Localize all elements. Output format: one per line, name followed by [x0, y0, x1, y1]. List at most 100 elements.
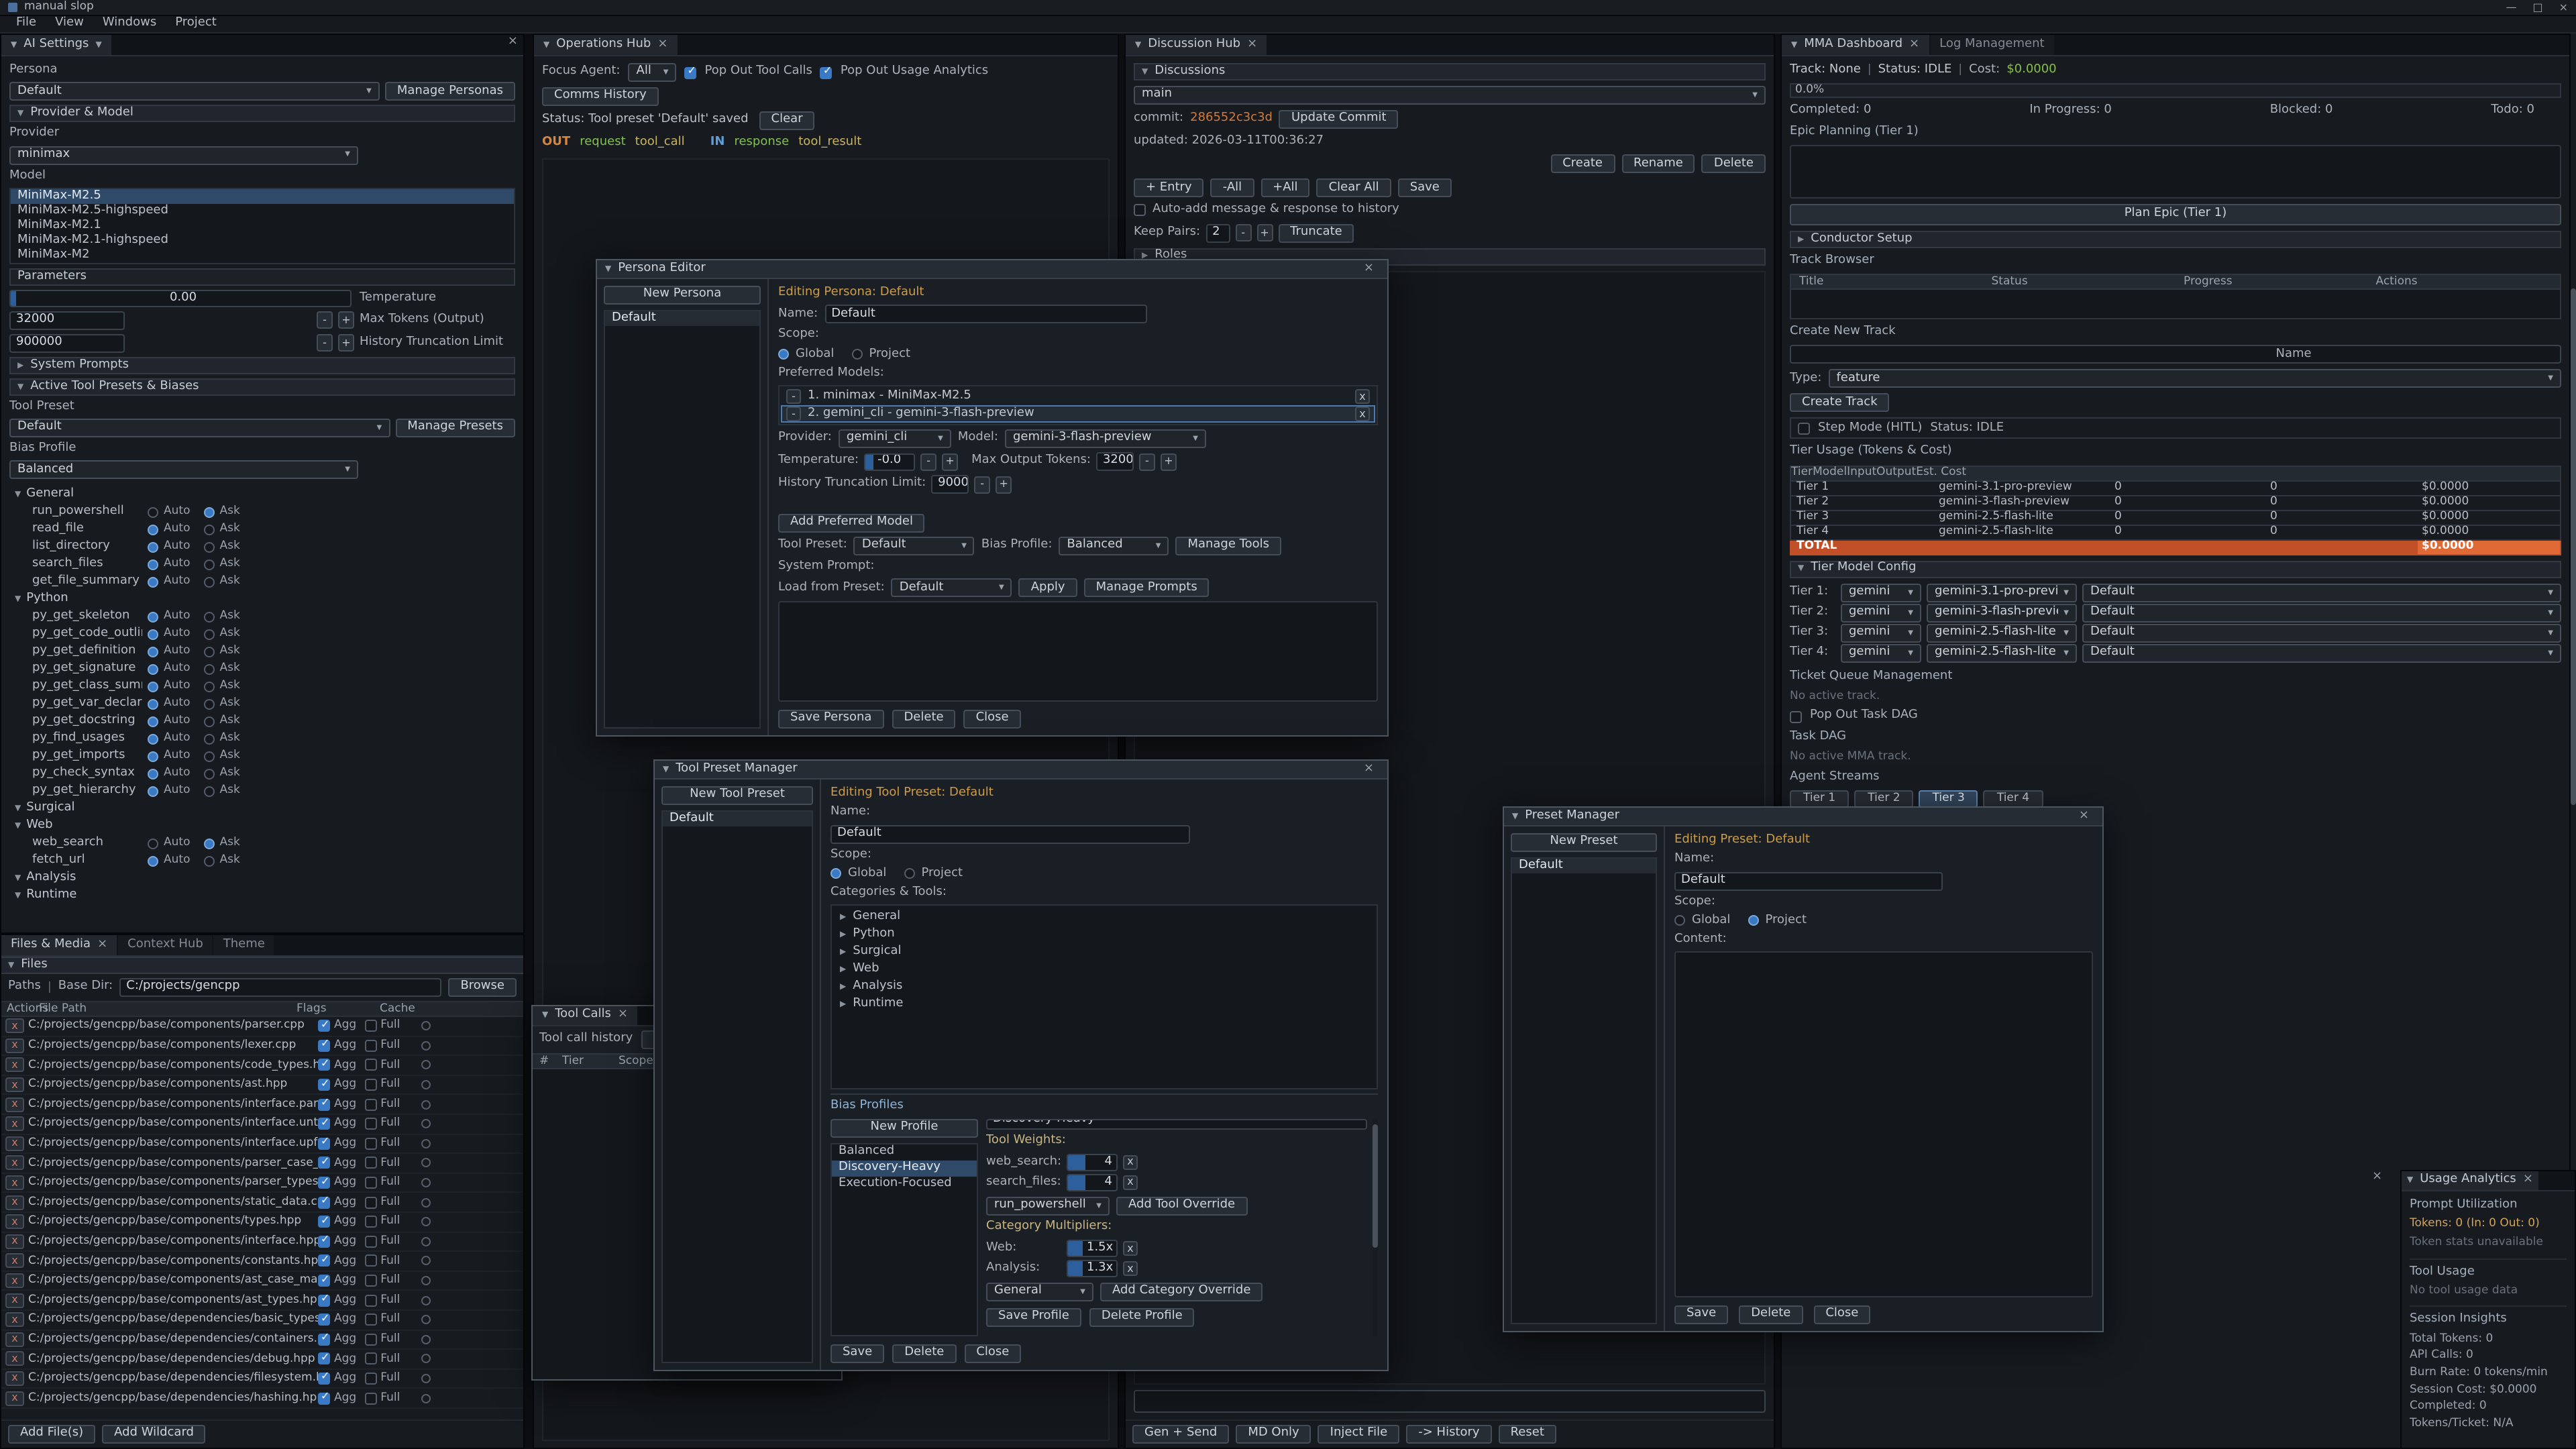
- cache-indicator[interactable]: [421, 1022, 431, 1031]
- section-tier-model-config[interactable]: ▼Tier Model Config: [1790, 560, 2561, 578]
- full-checkbox[interactable]: [364, 1020, 376, 1032]
- ask-radio[interactable]: [204, 769, 215, 780]
- full-checkbox[interactable]: [364, 1216, 376, 1228]
- full-checkbox[interactable]: [364, 1138, 376, 1150]
- ask-radio[interactable]: [204, 716, 215, 727]
- menu-item[interactable]: Windows: [95, 17, 164, 32]
- close-button[interactable]: Close: [964, 1344, 1021, 1363]
- agg-checkbox[interactable]: [318, 1196, 330, 1208]
- remove-override-button[interactable]: x: [1123, 1261, 1138, 1276]
- full-checkbox[interactable]: [364, 1040, 376, 1052]
- remove-file-button[interactable]: x: [5, 1332, 24, 1347]
- menu-item[interactable]: View: [47, 17, 92, 32]
- step-mode-checkbox[interactable]: [1798, 423, 1810, 435]
- tool-row[interactable]: ▼ fetch_url Auto Ask: [9, 853, 515, 870]
- tool-row[interactable]: ▼ py_get_docstring Auto Ask: [9, 713, 515, 731]
- cache-indicator[interactable]: [421, 1237, 431, 1246]
- remove-file-button[interactable]: x: [5, 1058, 24, 1073]
- agg-checkbox[interactable]: [318, 1216, 330, 1228]
- stream-tab[interactable]: Tier 1: [1790, 790, 1849, 808]
- preset-name-input[interactable]: Default: [1674, 871, 1943, 890]
- category-override-select[interactable]: General▼: [986, 1283, 1093, 1301]
- move-up-button[interactable]: -: [786, 389, 801, 404]
- composer-button[interactable]: -> History: [1406, 1425, 1491, 1444]
- provider-select[interactable]: gemini▼: [1841, 584, 1921, 602]
- manage-tools-button[interactable]: Manage Tools: [1175, 537, 1281, 555]
- close-icon[interactable]: ×: [2559, 1, 2568, 14]
- close-icon[interactable]: ×: [1358, 262, 1379, 277]
- full-checkbox[interactable]: [364, 1118, 376, 1130]
- maximize-icon[interactable]: □: [2532, 1, 2542, 14]
- global-radio[interactable]: [1674, 916, 1685, 926]
- bias-profile-list-item[interactable]: Execution-Focused: [832, 1176, 977, 1192]
- decrement-button[interactable]: -: [317, 335, 333, 352]
- provider-select[interactable]: gemini▼: [1841, 604, 1921, 623]
- auto-radio[interactable]: [148, 612, 158, 623]
- model-select[interactable]: gemini-3.1-pro-preview▼: [1927, 584, 2077, 602]
- tool-preset-list-item[interactable]: Default: [663, 812, 812, 826]
- decrement-button[interactable]: -: [317, 312, 333, 329]
- menu-item[interactable]: File: [8, 17, 44, 32]
- remove-file-button[interactable]: x: [5, 1117, 24, 1132]
- section-discussions[interactable]: ▼Discussions: [1134, 63, 1766, 80]
- remove-model-button[interactable]: x: [1355, 407, 1370, 421]
- stream-tab[interactable]: Tier 2: [1854, 790, 1913, 808]
- full-checkbox[interactable]: [364, 1392, 376, 1404]
- increment-button[interactable]: +: [1161, 453, 1177, 470]
- remove-override-button[interactable]: x: [1123, 1155, 1138, 1170]
- save-discussion-button[interactable]: Save: [1398, 179, 1452, 198]
- provider-select[interactable]: minimax▼: [9, 146, 358, 164]
- full-checkbox[interactable]: [364, 1157, 376, 1169]
- provider-select[interactable]: gemini▼: [1841, 624, 1921, 643]
- remove-file-button[interactable]: x: [5, 1156, 24, 1171]
- cache-indicator[interactable]: [421, 1217, 431, 1226]
- tool-row[interactable]: ▼ Surgical Auto Ask: [9, 800, 515, 818]
- add-tool-override-button[interactable]: Add Tool Override: [1116, 1197, 1247, 1216]
- tool-row[interactable]: ▼ get_file_summary Auto Ask: [9, 574, 515, 591]
- ask-radio[interactable]: [204, 734, 215, 745]
- tab-log-management[interactable]: Log Management: [1930, 35, 2055, 55]
- agg-checkbox[interactable]: [318, 1236, 330, 1248]
- prompt-preset-select[interactable]: Default▼: [892, 579, 1012, 598]
- discussion-select[interactable]: main▼: [1134, 86, 1766, 105]
- agg-checkbox[interactable]: [318, 1177, 330, 1189]
- pop-out-dag-checkbox[interactable]: [1790, 710, 1802, 722]
- model-list-item[interactable]: MiniMax-M2.1: [11, 219, 514, 233]
- composer-button[interactable]: Reset: [1499, 1425, 1556, 1444]
- persona-select[interactable]: Default▼: [9, 83, 380, 101]
- full-checkbox[interactable]: [364, 1177, 376, 1189]
- section-provider-model[interactable]: ▼Provider & Model: [9, 105, 515, 123]
- increment-button[interactable]: +: [338, 312, 354, 329]
- new-tool-preset-button[interactable]: New Tool Preset: [661, 786, 813, 805]
- auto-radio[interactable]: [148, 525, 158, 535]
- preset-select[interactable]: Default▼: [2082, 604, 2561, 623]
- cache-indicator[interactable]: [421, 1295, 431, 1305]
- tool-row[interactable]: ▼ Web Auto Ask: [9, 818, 515, 835]
- section-files[interactable]: ▼Files: [1, 957, 523, 974]
- delete-profile-button[interactable]: Delete Profile: [1089, 1308, 1195, 1327]
- remove-file-button[interactable]: x: [5, 1019, 24, 1034]
- agg-checkbox[interactable]: [318, 1020, 330, 1032]
- tool-preset-manager-titlebar[interactable]: ▼ Tool Preset Manager ×: [655, 761, 1387, 780]
- tab-theme[interactable]: Theme: [214, 935, 276, 955]
- auto-radio[interactable]: [148, 664, 158, 675]
- full-checkbox[interactable]: [364, 1313, 376, 1326]
- cache-indicator[interactable]: [421, 1041, 431, 1051]
- persona-name-input[interactable]: Default: [824, 305, 1146, 324]
- global-radio[interactable]: [830, 869, 841, 879]
- global-radio[interactable]: [778, 349, 789, 360]
- system-prompt-textarea[interactable]: [778, 602, 1378, 702]
- ask-radio[interactable]: [204, 682, 215, 692]
- remove-file-button[interactable]: x: [5, 1273, 24, 1288]
- auto-add-checkbox[interactable]: [1134, 205, 1146, 217]
- section-system-prompts[interactable]: ▶System Prompts: [9, 357, 515, 374]
- stream-tab[interactable]: Tier 4: [1984, 790, 2043, 808]
- remove-file-button[interactable]: x: [5, 1038, 24, 1053]
- model-select[interactable]: gemini-2.5-flash-lite▼: [1927, 644, 2077, 663]
- project-radio[interactable]: [851, 349, 862, 360]
- auto-radio[interactable]: [148, 751, 158, 762]
- auto-radio[interactable]: [148, 734, 158, 745]
- ask-radio[interactable]: [204, 856, 215, 867]
- tool-preset-select[interactable]: Default▼: [9, 419, 390, 437]
- agg-checkbox[interactable]: [318, 1373, 330, 1385]
